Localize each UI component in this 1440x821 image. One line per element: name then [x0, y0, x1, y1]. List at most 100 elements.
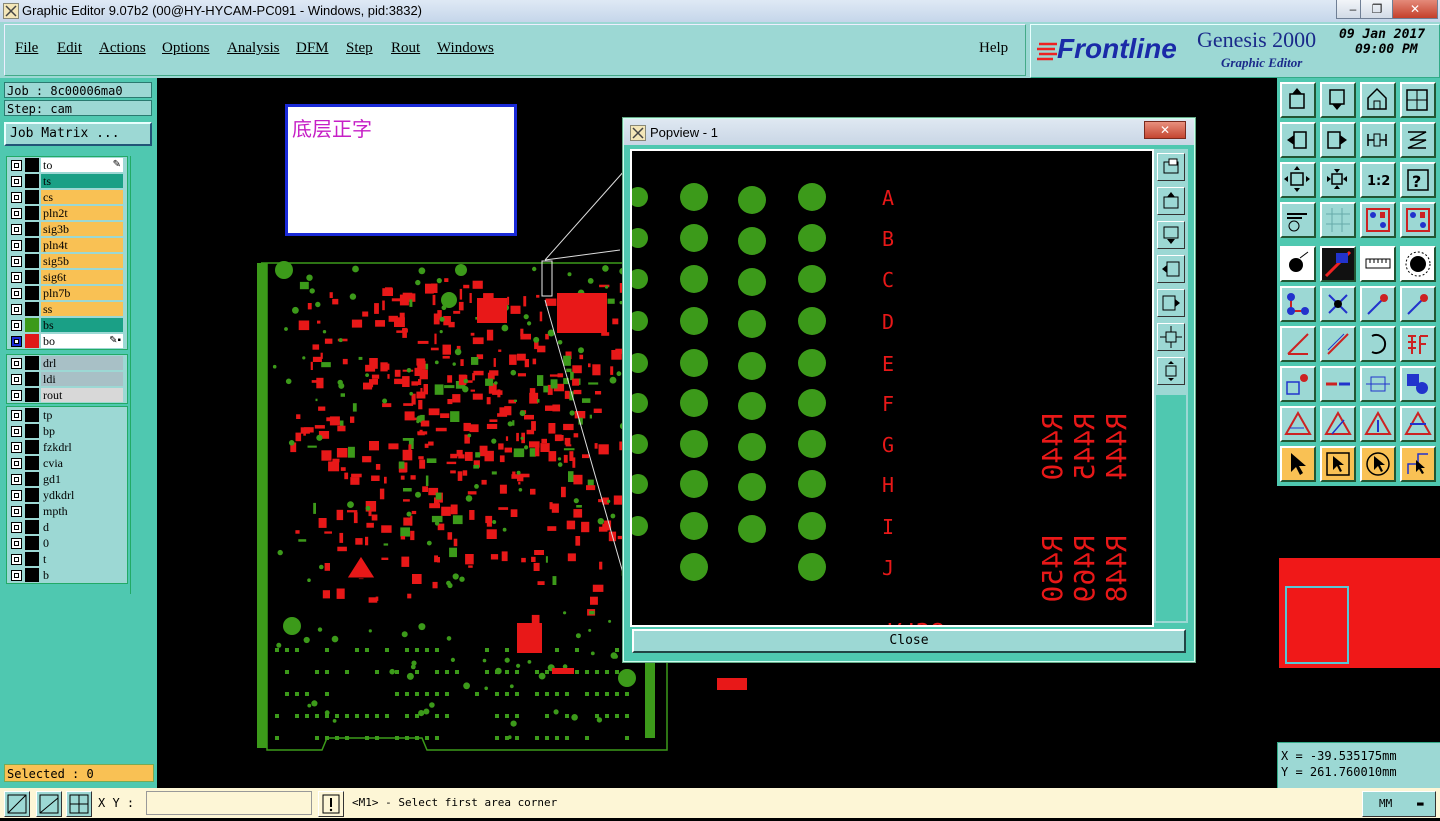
layer-visibility-checkbox[interactable]	[11, 490, 22, 501]
layer-name[interactable]: cs	[41, 190, 123, 204]
layer-row-drl[interactable]: drl	[7, 355, 127, 371]
layer-name[interactable]: gd1	[41, 472, 123, 486]
layer-visibility-checkbox[interactable]	[11, 272, 22, 283]
zoom-fit-icon[interactable]	[1280, 162, 1316, 198]
layer-name[interactable]: bs	[41, 318, 123, 332]
alert-icon[interactable]	[318, 791, 344, 817]
layer-color-swatch[interactable]	[25, 552, 39, 566]
layer-visibility-checkbox[interactable]	[11, 160, 22, 171]
layer-row-bp[interactable]: bp	[7, 423, 127, 439]
layer-row-d[interactable]: d	[7, 519, 127, 535]
layer-row-mpth[interactable]: mpth	[7, 503, 127, 519]
menu-dfm[interactable]: DFM	[296, 40, 329, 57]
layer-color-swatch[interactable]	[25, 424, 39, 438]
measure-tool-icon[interactable]	[1280, 202, 1316, 238]
layer-visibility-checkbox[interactable]	[11, 554, 22, 565]
layer-name[interactable]: t	[41, 552, 123, 566]
layer-row-t[interactable]: t	[7, 551, 127, 567]
layer-visibility-checkbox[interactable]	[11, 474, 22, 485]
components-icon[interactable]	[1360, 202, 1396, 238]
layer-color-swatch[interactable]	[25, 568, 39, 582]
diagonal-snap-icon[interactable]	[4, 791, 30, 817]
triangle-arrow-icon[interactable]	[1400, 406, 1436, 442]
layer-visibility-checkbox[interactable]	[11, 240, 22, 251]
layer-visibility-checkbox[interactable]	[11, 374, 22, 385]
layer-name[interactable]: bo ✎▪	[41, 334, 123, 348]
angle-icon[interactable]	[1280, 326, 1316, 362]
cross-icon[interactable]	[1320, 286, 1356, 322]
layer-name[interactable]: mpth	[41, 504, 123, 518]
layer-color-swatch[interactable]	[25, 334, 39, 348]
xy-input[interactable]	[146, 791, 312, 815]
layer-row-tp[interactable]: tp	[7, 407, 127, 423]
color-mode-icon[interactable]	[1320, 246, 1356, 282]
layer-color-swatch[interactable]	[25, 372, 39, 386]
menu-windows[interactable]: Windows	[437, 40, 494, 57]
zoom-out-icon[interactable]	[1320, 162, 1356, 198]
layer-row-b[interactable]: b	[7, 567, 127, 583]
components-alt-icon[interactable]	[1400, 202, 1436, 238]
menu-rout[interactable]: Rout	[391, 40, 420, 57]
layer-color-swatch[interactable]	[25, 388, 39, 402]
layer-color-swatch[interactable]	[25, 174, 39, 188]
layer-color-swatch[interactable]	[25, 158, 39, 172]
zoom-home-up-icon[interactable]	[1280, 82, 1316, 118]
layer-row-ss[interactable]: ss	[7, 301, 127, 317]
help-question-icon[interactable]: ?	[1400, 162, 1436, 198]
layer-visibility-checkbox[interactable]	[11, 224, 22, 235]
menu-help[interactable]: Help	[979, 40, 1008, 57]
layer-row-gd1[interactable]: gd1	[7, 471, 127, 487]
layer-color-swatch[interactable]	[25, 456, 39, 470]
layer-name[interactable]: sig5b	[41, 254, 123, 268]
mirror-icon[interactable]	[1360, 122, 1396, 158]
layer-row-ydkdrl[interactable]: ydkdrl	[7, 487, 127, 503]
layer-row-bs[interactable]: bs	[7, 317, 127, 333]
layer-name[interactable]: ss	[41, 302, 123, 316]
popview-titlebar[interactable]: Popview - 1 ✕	[624, 119, 1194, 145]
snap-icon[interactable]	[1400, 122, 1436, 158]
select-route-icon[interactable]	[1400, 446, 1436, 482]
job-matrix-button[interactable]: Job Matrix ...	[4, 122, 152, 146]
layer-color-swatch[interactable]	[25, 302, 39, 316]
layer-row-bo[interactable]: bo ✎▪	[7, 333, 127, 349]
layer-name[interactable]: ldi	[41, 372, 123, 386]
scale-one-to-two-icon[interactable]: 1:2	[1360, 162, 1396, 198]
pv-zoom-out-icon[interactable]	[1157, 357, 1185, 385]
window-titlebar[interactable]: Graphic Editor 9.07b2 (00@HY-HYCAM-PC091…	[0, 0, 1440, 23]
menu-step[interactable]: Step	[346, 40, 373, 57]
arc-icon[interactable]	[1360, 326, 1396, 362]
line-pad-icon[interactable]	[1360, 286, 1396, 322]
layer-name[interactable]: sig6t	[41, 270, 123, 284]
layer-color-swatch[interactable]	[25, 286, 39, 300]
layer-visibility-checkbox[interactable]	[11, 458, 22, 469]
layer-name[interactable]: cvia	[41, 456, 123, 470]
layer-visibility-checkbox[interactable]	[11, 538, 22, 549]
layer-color-swatch[interactable]	[25, 536, 39, 550]
pan-left-icon[interactable]	[1280, 122, 1316, 158]
zoom-down-icon[interactable]	[1320, 82, 1356, 118]
layer-visibility-checkbox[interactable]	[11, 304, 22, 315]
layer-name[interactable]: drl	[41, 356, 123, 370]
home-view-icon[interactable]	[1360, 82, 1396, 118]
layer-name[interactable]: pln7b	[41, 286, 123, 300]
board-overview[interactable]	[1277, 486, 1440, 742]
layer-row-ldi[interactable]: ldi	[7, 371, 127, 387]
line-pad-alt-icon[interactable]	[1400, 286, 1436, 322]
menu-actions[interactable]: Actions	[99, 40, 146, 57]
layer-color-swatch[interactable]	[25, 504, 39, 518]
pv-scroll-track[interactable]	[1156, 395, 1186, 621]
overview-viewport[interactable]	[1285, 586, 1349, 664]
layer-name[interactable]: 0	[41, 536, 123, 550]
split-view-icon[interactable]	[1400, 82, 1436, 118]
layer-color-swatch[interactable]	[25, 488, 39, 502]
popview-close-button[interactable]: Close	[632, 629, 1186, 653]
pan-right-icon[interactable]	[1320, 122, 1356, 158]
layer-color-swatch[interactable]	[25, 408, 39, 422]
layer-name[interactable]: b	[41, 568, 123, 582]
pv-zoom-in-icon[interactable]	[1157, 323, 1185, 351]
layer-row-cs[interactable]: cs	[7, 189, 127, 205]
layer-row-sig6t[interactable]: sig6t	[7, 269, 127, 285]
layer-name[interactable]: sig3b	[41, 222, 123, 236]
pv-pan-right-icon[interactable]	[1157, 289, 1185, 317]
layer-row-to[interactable]: to ✎	[7, 157, 127, 173]
